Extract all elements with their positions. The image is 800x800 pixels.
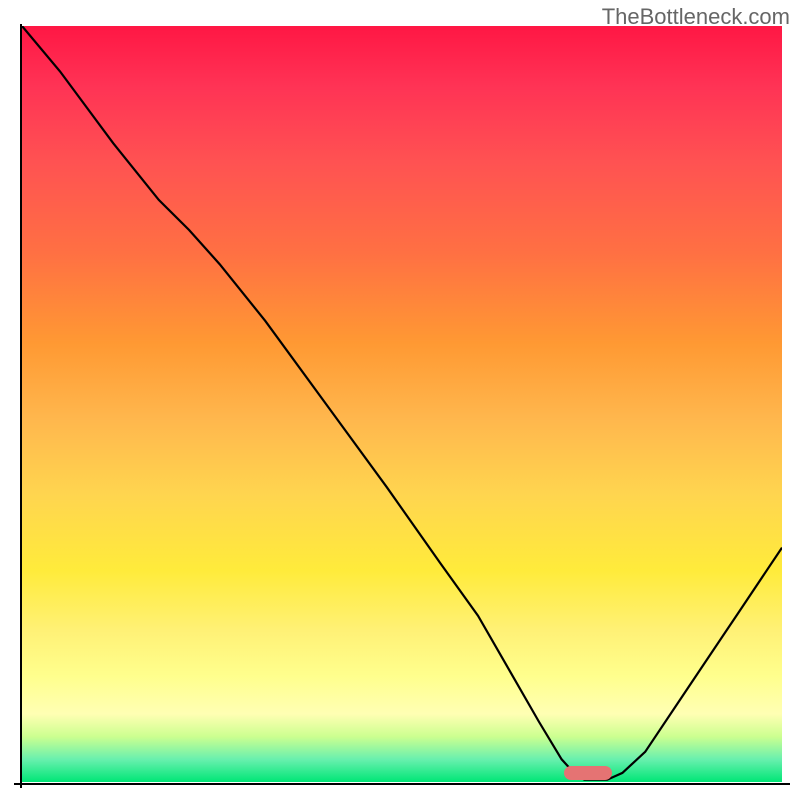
x-axis (14, 783, 790, 785)
y-axis (20, 24, 22, 788)
watermark-text: TheBottleneck.com (602, 4, 790, 30)
optimal-point-marker (564, 766, 612, 780)
bottleneck-curve (22, 26, 782, 782)
